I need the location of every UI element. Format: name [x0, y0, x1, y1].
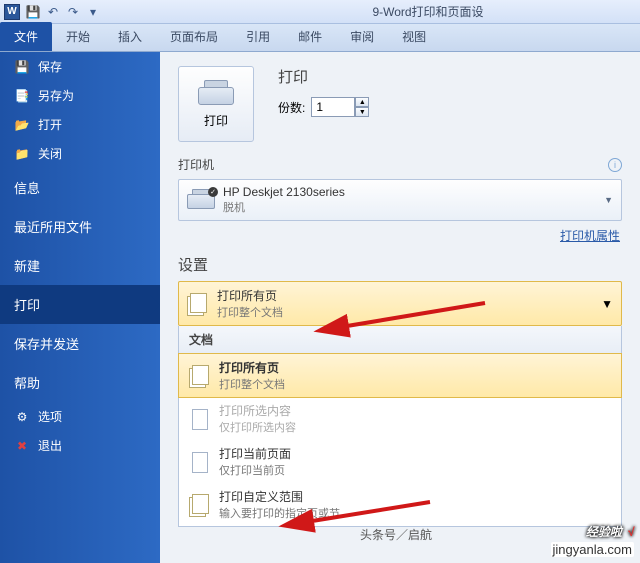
sidebar-save[interactable]: 💾 保存	[0, 52, 160, 81]
printer-properties-link[interactable]: 打印机属性	[180, 227, 620, 244]
sidebar-new[interactable]: 新建	[0, 246, 160, 285]
settings-heading: 设置	[178, 254, 622, 275]
status-badge-icon: ✓	[208, 187, 218, 197]
sidebar-item-label: 关闭	[38, 145, 62, 162]
backstage-content: 打印 打印 份数: ▲ ▼ 打印机 i	[160, 52, 640, 563]
copies-input[interactable]	[311, 97, 355, 117]
tab-mailings[interactable]: 邮件	[284, 22, 336, 51]
copies-label: 份数:	[278, 99, 305, 116]
options-icon: ⚙	[14, 409, 30, 425]
printer-name: HP Deskjet 2130series	[223, 185, 345, 199]
info-icon[interactable]: i	[608, 158, 622, 172]
page-icon	[189, 451, 211, 473]
saveas-icon: 📑	[14, 88, 30, 104]
range-selected-sub: 打印整个文档	[217, 304, 283, 320]
print-button-label: 打印	[204, 112, 228, 129]
sidebar-open[interactable]: 📂 打开	[0, 110, 160, 139]
pages-icon	[187, 293, 209, 315]
print-button[interactable]: 打印	[178, 66, 254, 142]
sidebar-exit[interactable]: ✖ 退出	[0, 431, 160, 460]
tab-file[interactable]: 文件	[0, 22, 52, 51]
menu-item-sub: 输入要打印的指定页或节	[219, 505, 340, 521]
sidebar-item-label: 选项	[38, 408, 62, 425]
sidebar-print[interactable]: 打印	[0, 285, 160, 324]
tab-references[interactable]: 引用	[232, 22, 284, 51]
menu-item-sub: 仅打印当前页	[219, 462, 291, 478]
sidebar-info[interactable]: 信息	[0, 168, 160, 207]
menu-item-all-pages[interactable]: 打印所有页打印整个文档	[178, 353, 622, 398]
document-title: 9-Word打印和页面设	[220, 3, 636, 20]
sidebar-saveas[interactable]: 📑 另存为	[0, 81, 160, 110]
menu-item-current-page[interactable]: 打印当前页面仅打印当前页	[179, 440, 621, 483]
printer-icon	[198, 80, 234, 108]
chevron-down-icon: ▼	[601, 297, 613, 311]
close-icon: 📁	[14, 146, 30, 162]
tab-layout[interactable]: 页面布局	[156, 22, 232, 51]
sidebar-item-label: 保存	[38, 58, 62, 75]
range-selected-title: 打印所有页	[217, 287, 283, 304]
menu-item-title: 打印自定义范围	[219, 488, 340, 505]
copies-spinner[interactable]: ▲ ▼	[311, 97, 369, 117]
menu-item-selection[interactable]: 打印所选内容仅打印所选内容	[179, 397, 621, 440]
sidebar-share[interactable]: 保存并发送	[0, 324, 160, 363]
printer-dropdown[interactable]: ✓ HP Deskjet 2130series 脱机 ▼	[178, 179, 622, 221]
tab-home[interactable]: 开始	[52, 22, 104, 51]
pages-icon	[189, 365, 211, 387]
print-range-dropdown[interactable]: 打印所有页 打印整个文档 ▼	[178, 281, 622, 326]
undo-icon[interactable]: ↶	[46, 5, 60, 19]
chevron-down-icon: ▼	[604, 195, 613, 205]
save-icon: 💾	[14, 59, 30, 75]
sidebar-recent[interactable]: 最近所用文件	[0, 207, 160, 246]
attribution-text: 头条号／启航	[360, 526, 432, 543]
sidebar-help[interactable]: 帮助	[0, 363, 160, 402]
quick-access-toolbar: 💾 ↶ ↷ ▾	[26, 5, 100, 19]
sidebar-close[interactable]: 📁 关闭	[0, 139, 160, 168]
page-icon	[189, 408, 211, 430]
save-icon[interactable]: 💾	[26, 5, 40, 19]
sidebar-item-label: 退出	[38, 437, 62, 454]
tab-view[interactable]: 视图	[388, 22, 440, 51]
menu-item-title: 打印当前页面	[219, 445, 291, 462]
menu-item-custom-range[interactable]: 打印自定义范围输入要打印的指定页或节	[179, 483, 621, 526]
backstage-sidebar: 💾 保存 📑 另存为 📂 打开 📁 关闭 信息 最近所用文件 新建 打印 保存并发送 帮…	[0, 52, 160, 563]
spin-down-icon[interactable]: ▼	[355, 107, 369, 117]
printer-heading: 打印机 i	[178, 156, 622, 173]
sidebar-item-label: 打开	[38, 116, 62, 133]
menu-item-sub: 打印整个文档	[219, 376, 285, 392]
pages-icon	[189, 494, 211, 516]
exit-icon: ✖	[14, 438, 30, 454]
redo-icon[interactable]: ↷	[66, 5, 80, 19]
sidebar-options[interactable]: ⚙ 选项	[0, 402, 160, 431]
menu-section-header: 文档	[179, 326, 621, 354]
word-app-icon: W	[4, 4, 20, 20]
qat-dropdown-icon[interactable]: ▾	[86, 5, 100, 19]
menu-item-title: 打印所有页	[219, 359, 285, 376]
sidebar-item-label: 另存为	[38, 87, 74, 104]
ribbon-tabs: 文件 开始 插入 页面布局 引用 邮件 审阅 视图	[0, 24, 640, 52]
tab-review[interactable]: 审阅	[336, 22, 388, 51]
menu-item-sub: 仅打印所选内容	[219, 419, 296, 435]
title-bar: W 💾 ↶ ↷ ▾ 9-Word打印和页面设	[0, 0, 640, 24]
menu-item-title: 打印所选内容	[219, 402, 296, 419]
open-icon: 📂	[14, 117, 30, 133]
tab-insert[interactable]: 插入	[104, 22, 156, 51]
print-section-label: 打印	[278, 66, 369, 87]
print-range-menu: 文档 打印所有页打印整个文档 打印所选内容仅打印所选内容 打印当前页面仅打印当前…	[178, 326, 622, 527]
spin-up-icon[interactable]: ▲	[355, 97, 369, 107]
printer-status: 脱机	[223, 199, 345, 215]
